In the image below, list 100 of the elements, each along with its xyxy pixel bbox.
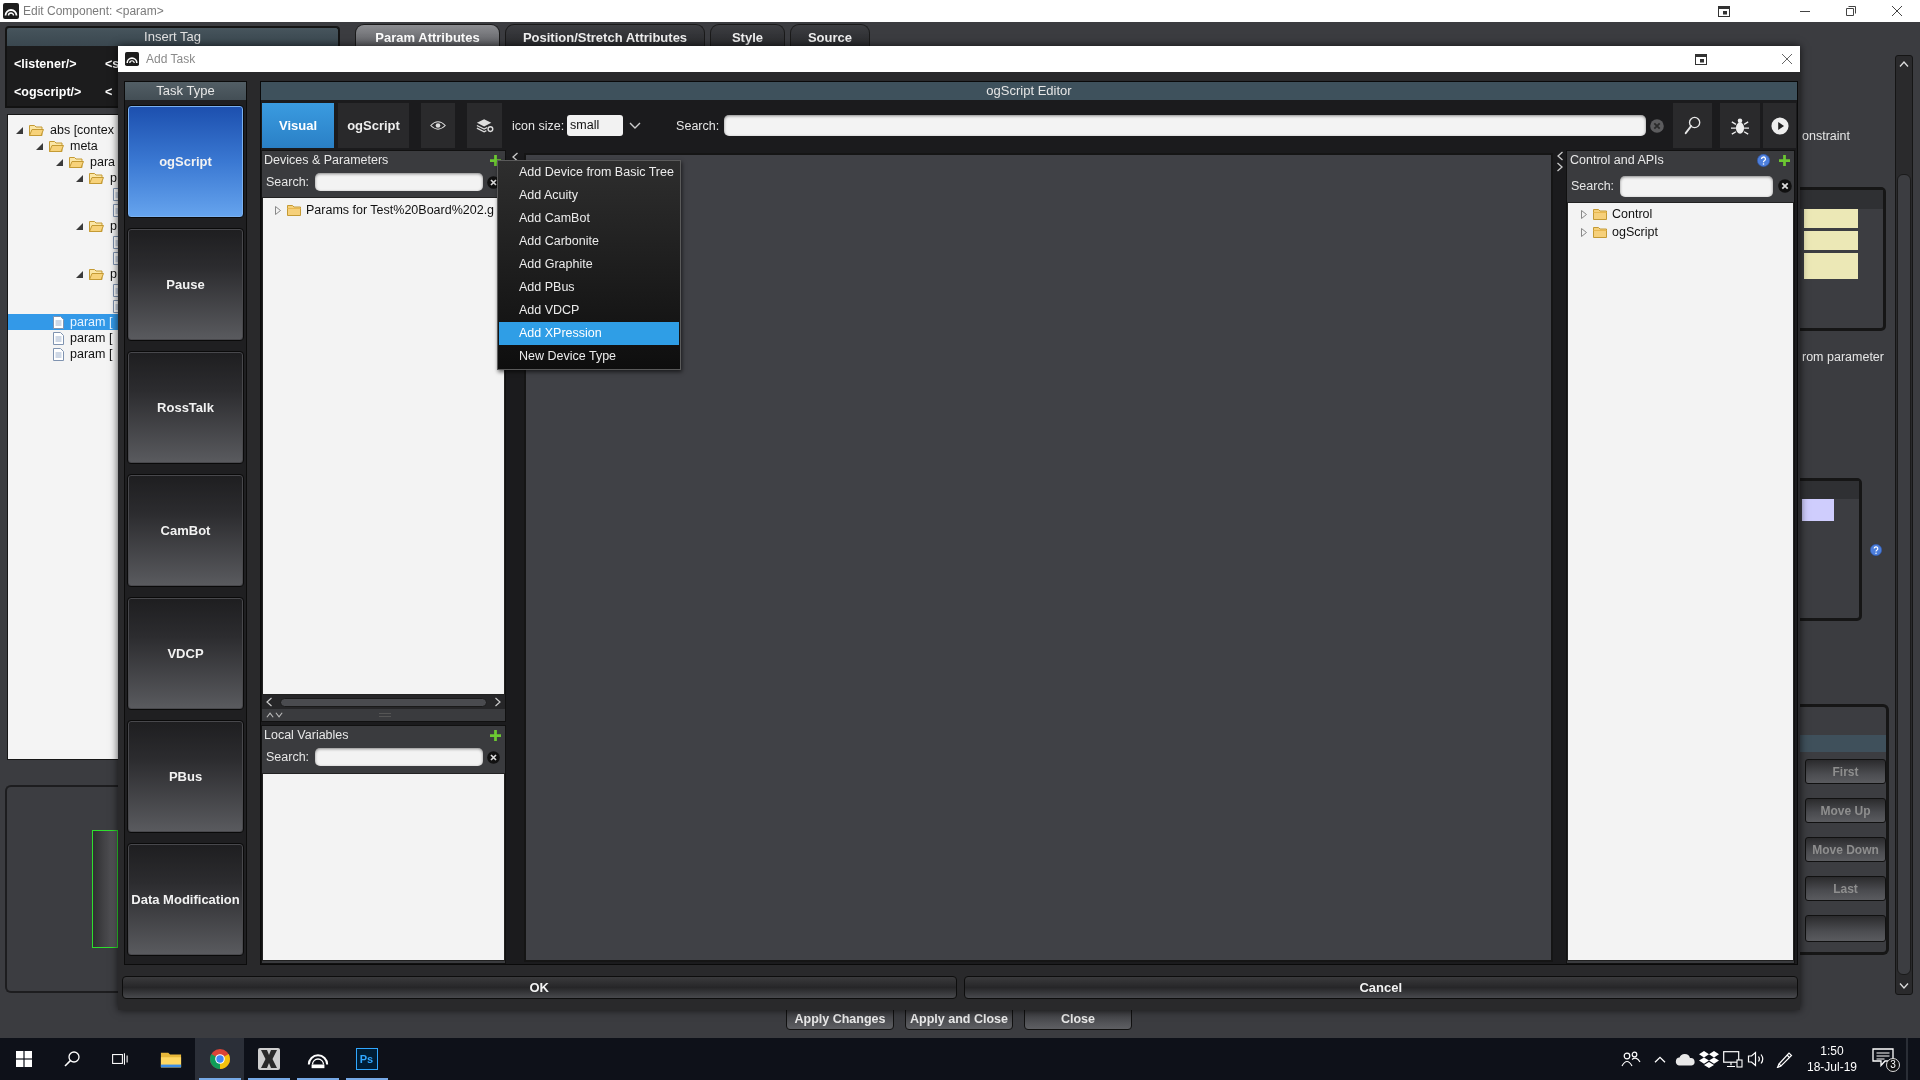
task-type-button[interactable]: Pause bbox=[127, 228, 244, 341]
add-icon[interactable] bbox=[490, 154, 501, 166]
scroll-right-icon[interactable] bbox=[495, 697, 501, 707]
blank-button[interactable] bbox=[1805, 915, 1886, 942]
scroll-down-icon[interactable] bbox=[1899, 983, 1909, 989]
vertical-scrollbar[interactable] bbox=[1895, 55, 1913, 995]
search-field[interactable] bbox=[315, 748, 484, 766]
scroll-up-icon[interactable] bbox=[1899, 61, 1909, 67]
debug-button[interactable] bbox=[1720, 103, 1760, 148]
table-cell[interactable] bbox=[1804, 209, 1858, 228]
caret-up-icon[interactable] bbox=[1654, 1055, 1666, 1063]
clear-icon[interactable] bbox=[1778, 179, 1793, 193]
scrollbar-thumb[interactable] bbox=[280, 697, 487, 707]
collapsed-triangle-icon[interactable] bbox=[1580, 227, 1587, 237]
insert-tag-item[interactable]: <s bbox=[105, 57, 118, 71]
clock-date[interactable]: 18-Jul-19 bbox=[1807, 1060, 1857, 1074]
pen-icon[interactable] bbox=[1776, 1050, 1794, 1068]
mode-tab[interactable]: Visual bbox=[262, 103, 334, 148]
tree-item[interactable]: Control bbox=[1568, 205, 1655, 223]
tab[interactable]: Source bbox=[790, 24, 870, 46]
folder-icon bbox=[1593, 208, 1607, 220]
dialog-button[interactable]: OK bbox=[122, 976, 957, 999]
window-pin-icon[interactable] bbox=[1718, 5, 1730, 17]
expanded-triangle-icon[interactable] bbox=[76, 222, 83, 230]
search-field[interactable] bbox=[1620, 175, 1774, 197]
menu-item[interactable]: Add PBus bbox=[499, 276, 679, 299]
tree-item[interactable]: abs [contex bbox=[8, 122, 118, 138]
menu-item[interactable]: Add Device from Basic Tree bbox=[499, 161, 679, 184]
table-cell[interactable] bbox=[1802, 499, 1834, 521]
menu-item[interactable]: Add CamBot bbox=[499, 207, 679, 230]
insert-tag-item[interactable]: <listener/> bbox=[14, 57, 105, 71]
task-type-button[interactable]: ogScript bbox=[127, 105, 244, 218]
help-icon[interactable] bbox=[1870, 543, 1882, 556]
expanded-triangle-icon[interactable] bbox=[76, 270, 83, 278]
tab[interactable]: Param Attributes bbox=[355, 24, 500, 46]
run-button[interactable] bbox=[1763, 103, 1796, 148]
taskbar-button[interactable]: Ps bbox=[342, 1038, 391, 1080]
insert-tag-item[interactable]: < bbox=[105, 85, 118, 99]
scrollbar-thumb[interactable] bbox=[1897, 174, 1911, 975]
tab[interactable]: Style bbox=[710, 24, 785, 46]
icon-size-select[interactable]: small bbox=[567, 115, 624, 136]
selected-component-preview[interactable] bbox=[92, 830, 118, 948]
menu-item[interactable]: Add VDCP bbox=[499, 299, 679, 322]
dropdown-caret-icon[interactable] bbox=[629, 122, 642, 129]
network-icon[interactable] bbox=[1723, 1050, 1743, 1068]
task-type-button[interactable]: Data Modification bbox=[127, 843, 244, 956]
add-icon[interactable] bbox=[1779, 154, 1790, 166]
menu-item[interactable]: Add Acuity bbox=[499, 184, 679, 207]
task-view-icon[interactable] bbox=[112, 1051, 128, 1067]
clear-icon[interactable] bbox=[487, 750, 501, 764]
expanded-triangle-icon[interactable] bbox=[76, 174, 83, 182]
tree-item[interactable]: meta bbox=[8, 138, 118, 154]
table-cell[interactable] bbox=[1804, 253, 1858, 279]
window-pin-icon[interactable] bbox=[1695, 53, 1707, 65]
task-type-button[interactable]: RossTalk bbox=[127, 351, 244, 464]
task-type-button[interactable]: PBus bbox=[127, 720, 244, 833]
task-type-button[interactable]: CamBot bbox=[127, 474, 244, 587]
search-field[interactable] bbox=[724, 115, 1646, 136]
tree-item[interactable]: Params for Test%20Board%202.g bbox=[263, 202, 497, 218]
clock-time[interactable]: 1:50 bbox=[1820, 1044, 1844, 1058]
expanded-triangle-icon[interactable] bbox=[16, 126, 23, 134]
dialog-button[interactable]: Cancel bbox=[963, 976, 1798, 999]
task-type-button[interactable]: VDCP bbox=[127, 597, 244, 710]
expanded-triangle-icon[interactable] bbox=[56, 158, 63, 166]
scroll-left-icon[interactable] bbox=[266, 697, 272, 707]
tab[interactable]: Position/Stretch Attributes bbox=[505, 24, 705, 46]
collapse-left-icon[interactable] bbox=[511, 152, 518, 162]
collapse-arrows-icon[interactable] bbox=[266, 712, 284, 718]
box-logo-icon[interactable] bbox=[1699, 1050, 1719, 1068]
preview-button[interactable] bbox=[421, 103, 455, 148]
tree-item[interactable]: param [ bbox=[8, 346, 118, 362]
tree-item[interactable]: p bbox=[8, 170, 118, 186]
collapsed-triangle-icon[interactable] bbox=[1580, 209, 1587, 219]
insert-tag-item[interactable]: <ogscript/> bbox=[14, 85, 105, 99]
tree-item[interactable]: para bbox=[8, 154, 118, 170]
add-icon[interactable] bbox=[490, 729, 501, 741]
layers-button[interactable] bbox=[467, 103, 502, 148]
collapse-left-icon[interactable] bbox=[1556, 151, 1563, 161]
windows-logo-icon[interactable] bbox=[16, 1051, 32, 1067]
tree-item[interactable]: p bbox=[8, 266, 118, 282]
menu-item[interactable]: New Device Type bbox=[499, 345, 679, 368]
notification-icon[interactable] bbox=[1872, 1048, 1894, 1067]
help-icon[interactable] bbox=[1757, 153, 1770, 167]
menu-item[interactable]: Add Graphite bbox=[499, 253, 679, 276]
cloud-icon[interactable] bbox=[1674, 1052, 1696, 1066]
table-cell[interactable] bbox=[1804, 231, 1858, 250]
search-icon[interactable] bbox=[64, 1051, 80, 1067]
find-button[interactable] bbox=[1673, 103, 1712, 148]
expand-right-icon[interactable] bbox=[1556, 162, 1563, 172]
horizontal-scrollbar[interactable] bbox=[262, 695, 505, 709]
taskbar-button[interactable] bbox=[195, 1038, 244, 1080]
collapsed-triangle-icon[interactable] bbox=[274, 205, 281, 215]
tree-item[interactable]: p bbox=[8, 218, 118, 234]
people-icon[interactable] bbox=[1621, 1051, 1641, 1067]
expanded-triangle-icon[interactable] bbox=[36, 142, 43, 150]
tree-item[interactable]: param [ bbox=[8, 330, 118, 346]
menu-item[interactable]: Add Carbonite bbox=[499, 230, 679, 253]
search-field[interactable] bbox=[315, 173, 484, 191]
tree-item[interactable]: ogScript bbox=[1568, 223, 1660, 241]
mode-tab[interactable]: ogScript bbox=[338, 103, 409, 148]
